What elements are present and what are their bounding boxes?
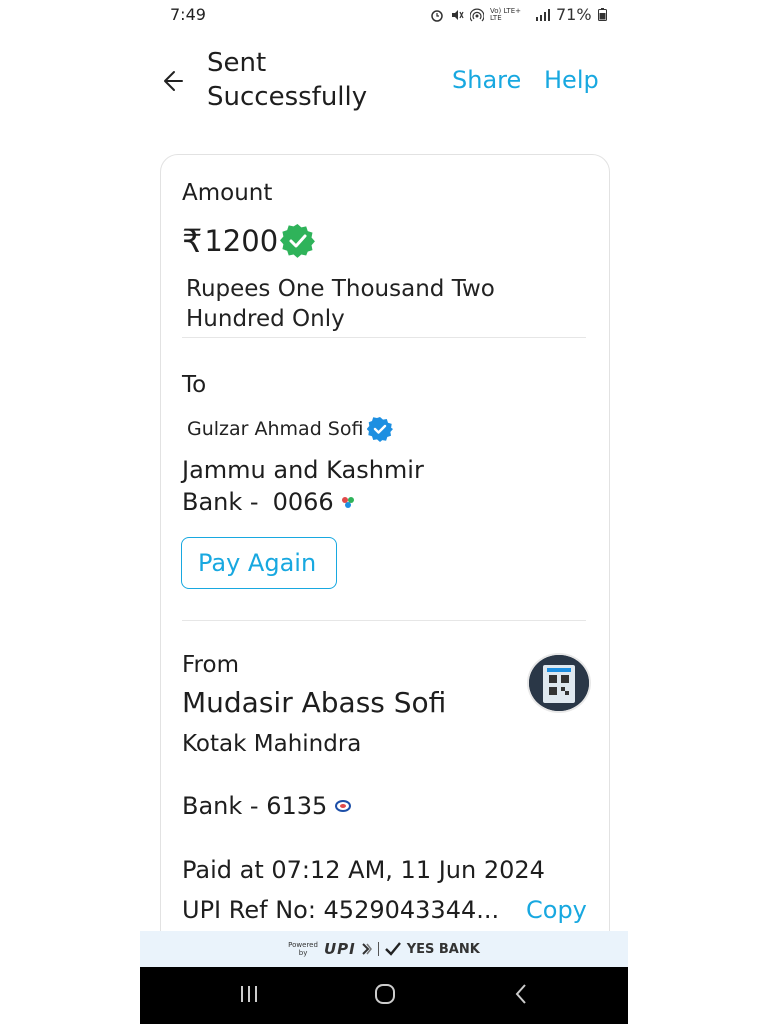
amount-value: ₹ 1200 [182, 222, 316, 260]
recipient-account-suffix: 0066 [272, 488, 334, 516]
sender-avatar[interactable] [527, 653, 591, 713]
sender-name: Mudasir Abass Sofi [182, 686, 447, 719]
sender-bank-account-text: Bank - 6135 [182, 792, 328, 820]
mute-icon [452, 9, 464, 20]
pay-again-button[interactable]: Pay Again [181, 537, 337, 589]
powered-by-line-2: by [298, 949, 308, 957]
battery-level: 71% [556, 5, 592, 24]
title-line-2: Successfully [207, 82, 368, 112]
alarm-icon [431, 9, 443, 22]
divider [182, 620, 586, 621]
chevron-left-icon [515, 984, 526, 1004]
powered-by-line-1: Powered [288, 941, 318, 949]
amount-words-line-2: Hundred Only [186, 306, 345, 332]
recents-icon [241, 986, 257, 1002]
recipient-bank-prefix: Bank - [182, 488, 259, 516]
network-label: Vo) LTE+ LTE [490, 6, 521, 22]
battery-icon [597, 8, 607, 21]
kotak-logo-icon [335, 800, 352, 812]
paid-at-timestamp: Paid at 07:12 AM, 11 Jun 2024 [182, 856, 545, 884]
divider [182, 337, 586, 338]
sender-bank-account: Bank - 6135 [182, 792, 352, 820]
share-link[interactable]: Share [452, 66, 521, 94]
rupee-symbol: ₹ [182, 222, 203, 260]
amount-number: 1200 [204, 224, 279, 258]
nav-back-button[interactable] [512, 983, 530, 1005]
help-link[interactable]: Help [544, 66, 599, 94]
bank-logo-icon [341, 497, 354, 508]
sender-bank-name: Kotak Mahindra [182, 731, 362, 757]
upi-logo: UPI [323, 940, 356, 958]
powered-by-footer: Powered by UPI YES BANK [140, 931, 628, 967]
amount-words-line-1: Rupees One Thousand Two [186, 276, 495, 302]
home-button[interactable] [374, 984, 396, 1004]
copy-button[interactable]: Copy [526, 896, 587, 924]
from-label: From [182, 652, 239, 678]
recipient-name: Gulzar Ahmad Sofi [187, 416, 394, 442]
to-label: To [182, 372, 207, 398]
amount-label: Amount [182, 180, 273, 206]
home-icon [375, 984, 395, 1004]
hotspot-icon [470, 8, 484, 21]
footer-separator [377, 942, 379, 956]
status-icons: Vo) LTE+ LTE 71% [430, 5, 607, 24]
page-title: Sent Successfully [207, 46, 367, 114]
recipient-bank-name: Jammu and Kashmir [182, 456, 424, 484]
qr-code-icon [529, 655, 589, 711]
powered-by-label: Powered by [288, 941, 318, 957]
recents-button[interactable] [239, 985, 259, 1003]
status-time: 7:49 [170, 5, 206, 24]
verified-badge-icon [280, 223, 316, 258]
upi-reference: UPI Ref No: 4529043344... [182, 896, 500, 924]
title-line-1: Sent [207, 48, 267, 78]
upi-arrow-icon [361, 943, 372, 955]
recipient-name-text: Gulzar Ahmad Sofi [187, 418, 364, 440]
yes-bank-label: YES BANK [406, 941, 480, 957]
recipient-bank-account: Bank - 0066 [182, 488, 356, 516]
signal-icon [536, 8, 550, 21]
amount-in-words: Rupees One Thousand Two Hundred Only [186, 274, 566, 334]
verified-check-icon [367, 417, 394, 442]
yes-bank-check-icon [384, 942, 401, 956]
back-button[interactable] [160, 64, 190, 98]
arrow-left-icon [164, 71, 183, 91]
